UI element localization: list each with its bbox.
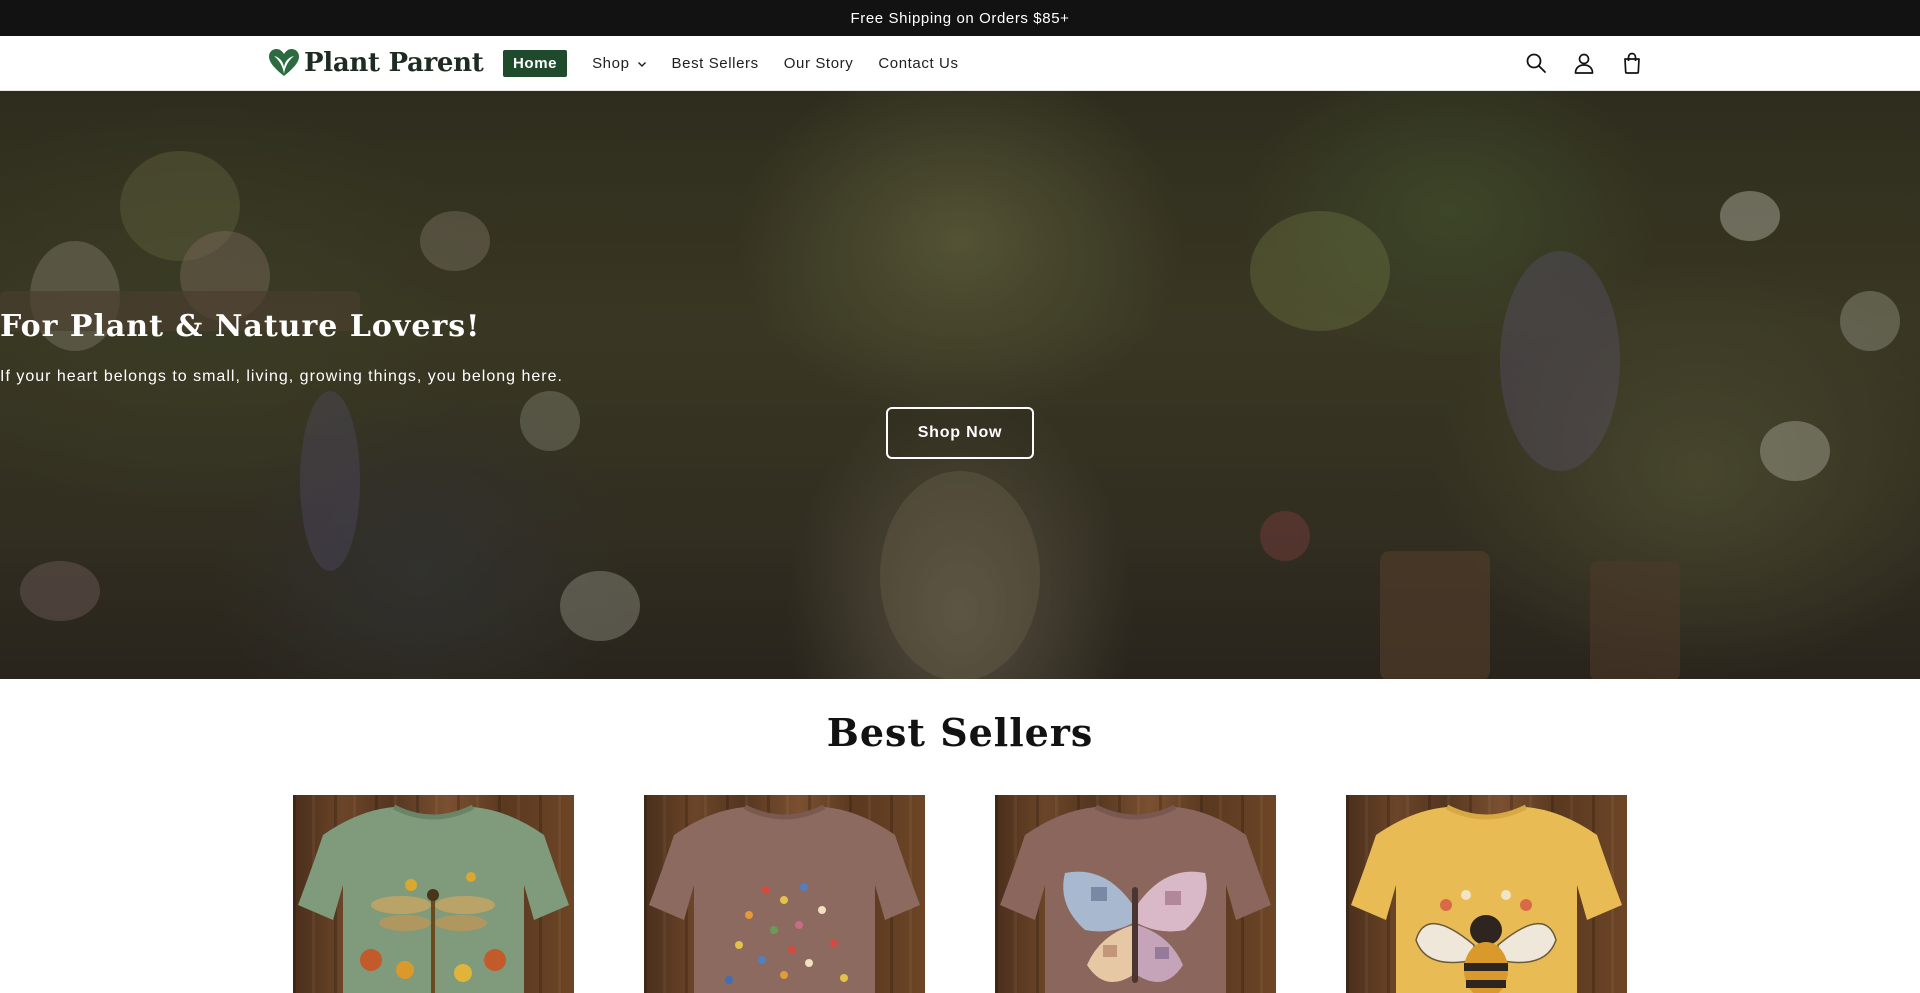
- nav-home-label: Home: [513, 55, 558, 72]
- nav-best-sellers-label: Best Sellers: [671, 55, 759, 72]
- account-button[interactable]: [1570, 49, 1598, 77]
- best-sellers-title: Best Sellers: [826, 710, 1094, 755]
- product-card[interactable]: [995, 795, 1276, 993]
- hero-banner: For Plant & Nature Lovers! If your heart…: [0, 91, 1920, 679]
- nav-shop[interactable]: Shop: [592, 50, 646, 77]
- nav-contact-us[interactable]: Contact Us: [878, 50, 958, 77]
- nav-shop-label: Shop: [592, 55, 630, 72]
- announcement-bar: Free Shipping on Orders $85+: [0, 0, 1920, 36]
- product-card[interactable]: [1346, 795, 1627, 993]
- logo-text: Plant Parent: [304, 48, 484, 78]
- nav-best-sellers[interactable]: Best Sellers: [672, 50, 759, 77]
- heart-leaf-icon: [269, 49, 299, 76]
- nav-contact-us-label: Contact Us: [878, 55, 959, 72]
- hero-subtitle: If your heart belongs to small, living, …: [0, 368, 563, 385]
- cart-button[interactable]: [1618, 49, 1646, 77]
- main-nav: Home Shop Best Sellers Our Story Contact…: [503, 50, 984, 77]
- logo[interactable]: Plant Parent: [268, 46, 484, 80]
- search-icon: [1526, 53, 1546, 73]
- nav-our-story-label: Our Story: [783, 55, 854, 72]
- header-actions: [1522, 49, 1646, 77]
- product-grid: [293, 795, 1628, 993]
- site-header: Plant Parent Home Shop Best Sellers Our …: [0, 36, 1920, 91]
- chevron-down-icon: [637, 61, 646, 67]
- announcement-text: Free Shipping on Orders $85+: [850, 9, 1070, 27]
- shop-now-label: Shop Now: [917, 424, 1003, 441]
- product-card[interactable]: [644, 795, 925, 993]
- account-icon: [1574, 53, 1594, 74]
- product-card[interactable]: [293, 795, 574, 993]
- product-image: [298, 804, 569, 993]
- cart-icon: [1624, 52, 1640, 74]
- nav-our-story[interactable]: Our Story: [784, 50, 854, 77]
- hero-title: For Plant & Nature Lovers!: [0, 309, 481, 344]
- product-image: [1000, 804, 1271, 993]
- search-button[interactable]: [1522, 49, 1550, 77]
- shop-now-button[interactable]: Shop Now: [886, 407, 1034, 459]
- nav-home[interactable]: Home: [503, 50, 568, 77]
- product-image: [1351, 804, 1622, 993]
- product-image: [649, 804, 920, 993]
